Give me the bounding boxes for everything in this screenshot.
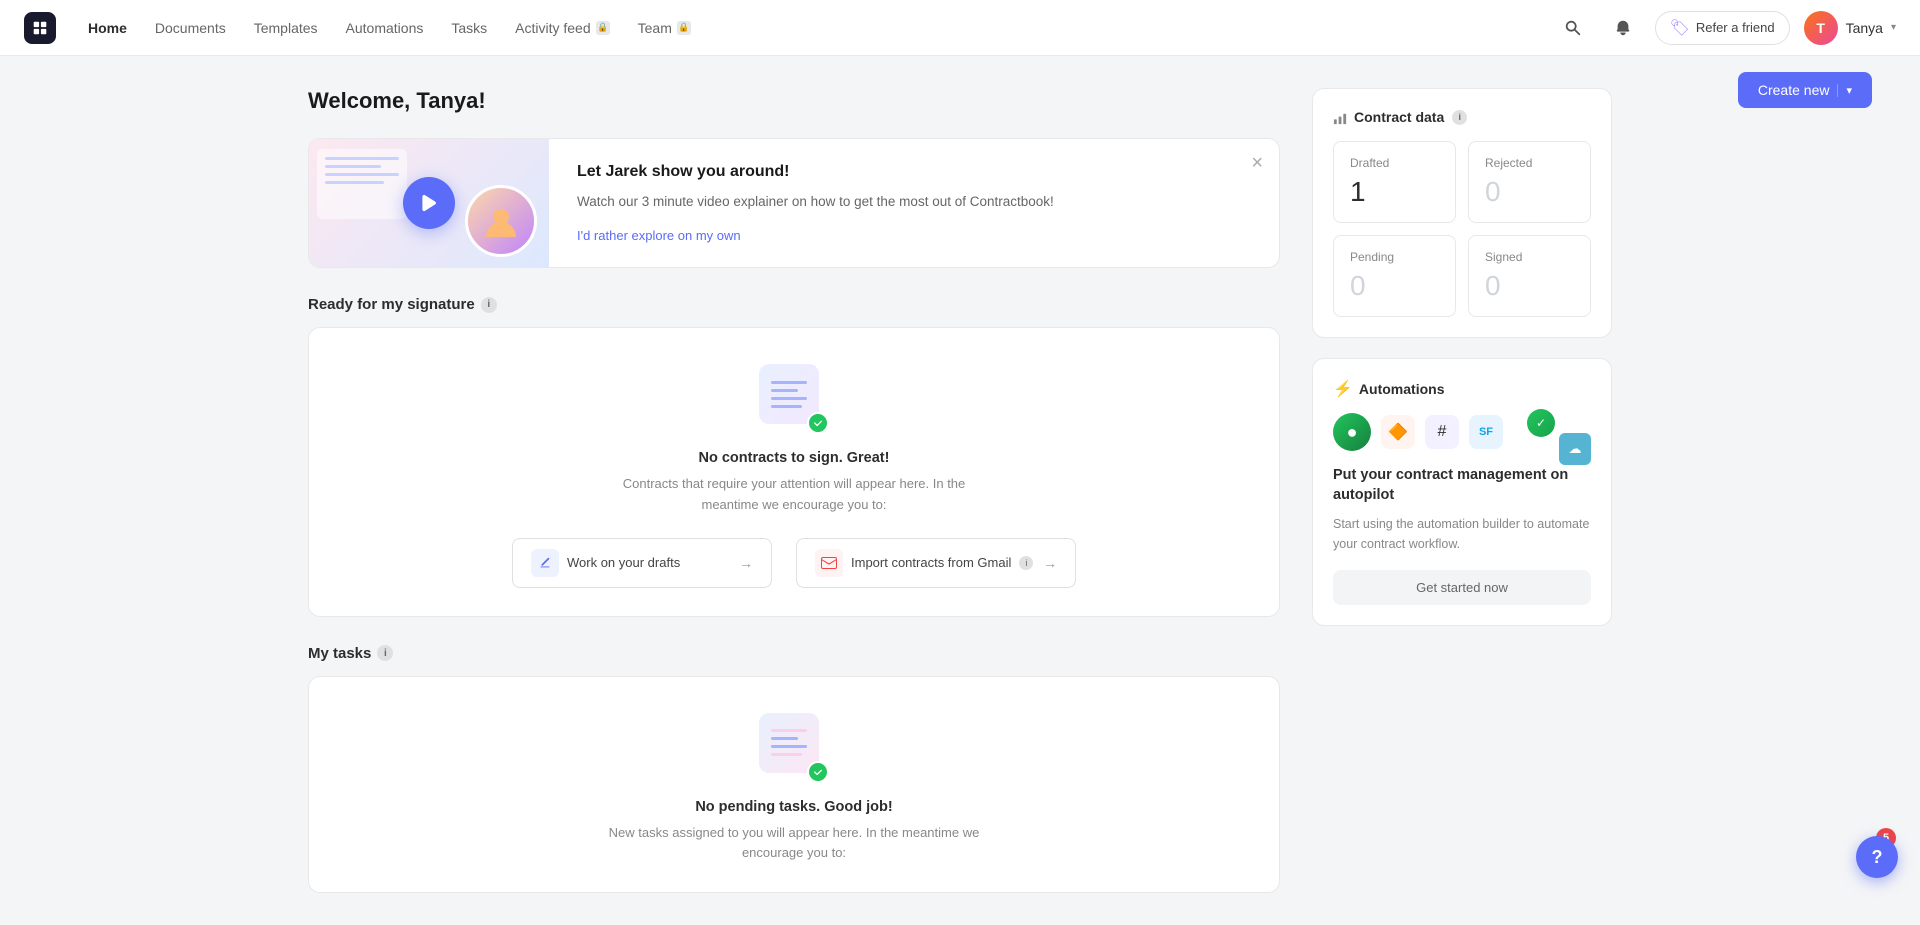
contract-data-header: Contract data i xyxy=(1333,109,1591,125)
search-button[interactable] xyxy=(1555,10,1591,46)
arrow-right-icon-2: → xyxy=(1043,555,1057,571)
ready-section: Ready for my signature i xyxy=(308,296,1280,617)
nav-item-home[interactable]: Home xyxy=(76,14,139,42)
intro-body: Let Jarek show you around! Watch our 3 m… xyxy=(549,139,1279,267)
salesforce-cloud-icon: ☁ xyxy=(1559,433,1591,465)
import-gmail-link[interactable]: Import contracts from Gmail i → xyxy=(796,538,1076,588)
arrow-right-icon: → xyxy=(739,555,753,571)
search-icon xyxy=(1564,19,1582,37)
tasks-empty-desc: New tasks assigned to you will appear he… xyxy=(604,823,984,865)
nav-item-templates[interactable]: Templates xyxy=(242,14,330,42)
get-started-button[interactable]: Get started now xyxy=(1333,570,1591,605)
intro-video-area[interactable] xyxy=(309,139,549,267)
welcome-title: Welcome, Tanya! xyxy=(308,88,1280,114)
notifications-button[interactable] xyxy=(1605,10,1641,46)
salesforce-integration-icon: SF xyxy=(1469,415,1503,449)
pending-value: 0 xyxy=(1350,270,1439,302)
automations-card: ⚡ Automations ● 🔶 # SF ☁ ✓ Put your cont… xyxy=(1312,358,1612,626)
help-button[interactable]: ? xyxy=(1856,836,1898,878)
contractbook-integration-icon: ● xyxy=(1333,413,1371,451)
bar-chart-icon xyxy=(1333,110,1348,125)
activity-feed-lock-icon: 🔒 xyxy=(596,21,610,35)
pencil-icon xyxy=(538,556,552,570)
tasks-illustration xyxy=(759,713,829,783)
tasks-check-badge xyxy=(807,761,829,783)
stat-pending: Pending 0 xyxy=(1333,235,1456,317)
tasks-section-header: My tasks i xyxy=(308,645,1280,662)
stat-drafted: Drafted 1 xyxy=(1333,141,1456,223)
nav-item-automations[interactable]: Automations xyxy=(334,14,436,42)
work-on-drafts-link[interactable]: Work on your drafts → xyxy=(512,538,772,588)
user-menu-button[interactable]: T Tanya ▾ xyxy=(1804,11,1896,45)
explore-own-link[interactable]: I'd rather explore on my own xyxy=(577,228,741,243)
bolt-icon: ⚡ xyxy=(1333,379,1353,399)
ready-empty-title: No contracts to sign. Great! xyxy=(333,450,1255,466)
create-new-dropdown-icon: ▾ xyxy=(1837,84,1852,97)
nav-item-tasks[interactable]: Tasks xyxy=(439,14,499,42)
stat-signed: Signed 0 xyxy=(1468,235,1591,317)
ready-section-header: Ready for my signature i xyxy=(308,296,1280,313)
user-name: Tanya xyxy=(1846,20,1883,36)
sidebar: Contract data i Drafted 1 Rejected 0 Pen… xyxy=(1312,88,1612,893)
ready-actions: Work on your drafts → Import contracts f… xyxy=(333,538,1255,588)
intro-close-button[interactable]: × xyxy=(1251,153,1263,173)
nav-item-activity-feed[interactable]: Activity feed 🔒 xyxy=(503,14,621,42)
team-lock-icon: 🔒 xyxy=(677,21,691,35)
rejected-value: 0 xyxy=(1485,176,1574,208)
create-new-button[interactable]: Create new ▾ xyxy=(1738,72,1872,108)
nav-item-documents[interactable]: Documents xyxy=(143,14,238,42)
tasks-info-icon[interactable]: i xyxy=(377,645,393,661)
automations-header: ⚡ Automations xyxy=(1333,379,1591,399)
drafted-label: Drafted xyxy=(1350,156,1439,170)
drafted-value: 1 xyxy=(1350,176,1439,208)
intro-description: Watch our 3 minute video explainer on ho… xyxy=(577,191,1251,213)
person-thumbnail xyxy=(465,185,537,257)
rejected-label: Rejected xyxy=(1485,156,1574,170)
refer-friend-button[interactable]: 🏷 Refer a friend xyxy=(1655,11,1790,45)
hubspot-integration-icon: 🔶 xyxy=(1381,415,1415,449)
nav-logo[interactable] xyxy=(24,12,56,44)
check-badge xyxy=(807,412,829,434)
contract-data-info-icon[interactable]: i xyxy=(1452,110,1467,125)
gmail-icon xyxy=(821,557,837,569)
tasks-section: My tasks i xyxy=(308,645,1280,894)
nav-bar: Home Documents Templates Automations Tas… xyxy=(0,0,1920,56)
ready-illustration xyxy=(759,364,829,434)
automation-card-desc: Start using the automation builder to au… xyxy=(1333,514,1591,554)
extra-integration-icon: ✓ xyxy=(1527,409,1555,437)
nav-right: 🏷 Refer a friend T Tanya ▾ xyxy=(1555,10,1896,46)
chevron-down-icon: ▾ xyxy=(1891,22,1896,33)
avatar: T xyxy=(1804,11,1838,45)
nav-item-team[interactable]: Team 🔒 xyxy=(626,14,703,42)
gift-icon: 🏷 xyxy=(1670,18,1690,38)
signed-value: 0 xyxy=(1485,270,1574,302)
ready-info-icon[interactable]: i xyxy=(481,297,497,313)
automation-card-title: Put your contract management on autopilo… xyxy=(1333,465,1591,506)
bell-icon xyxy=(1614,19,1632,37)
signed-label: Signed xyxy=(1485,250,1574,264)
pending-label: Pending xyxy=(1350,250,1439,264)
pencil-icon-container xyxy=(531,549,559,577)
logo-icon xyxy=(31,19,49,37)
integration-icons: ● 🔶 # SF ☁ ✓ xyxy=(1333,413,1591,451)
gmail-icon-container xyxy=(815,549,843,577)
play-icon xyxy=(418,192,440,214)
slack-integration-icon: # xyxy=(1425,415,1459,449)
tasks-empty-title: No pending tasks. Good job! xyxy=(333,799,1255,815)
tasks-empty-card: No pending tasks. Good job! New tasks as… xyxy=(308,676,1280,894)
gmail-info-icon[interactable]: i xyxy=(1019,556,1033,570)
play-button[interactable] xyxy=(403,177,455,229)
contract-data-card: Contract data i Drafted 1 Rejected 0 Pen… xyxy=(1312,88,1612,338)
intro-title: Let Jarek show you around! xyxy=(577,163,1251,181)
ready-empty-card: No contracts to sign. Great! Contracts t… xyxy=(308,327,1280,617)
ready-empty-desc: Contracts that require your attention wi… xyxy=(594,474,994,516)
stat-rejected: Rejected 0 xyxy=(1468,141,1591,223)
intro-card: Let Jarek show you around! Watch our 3 m… xyxy=(308,138,1280,268)
